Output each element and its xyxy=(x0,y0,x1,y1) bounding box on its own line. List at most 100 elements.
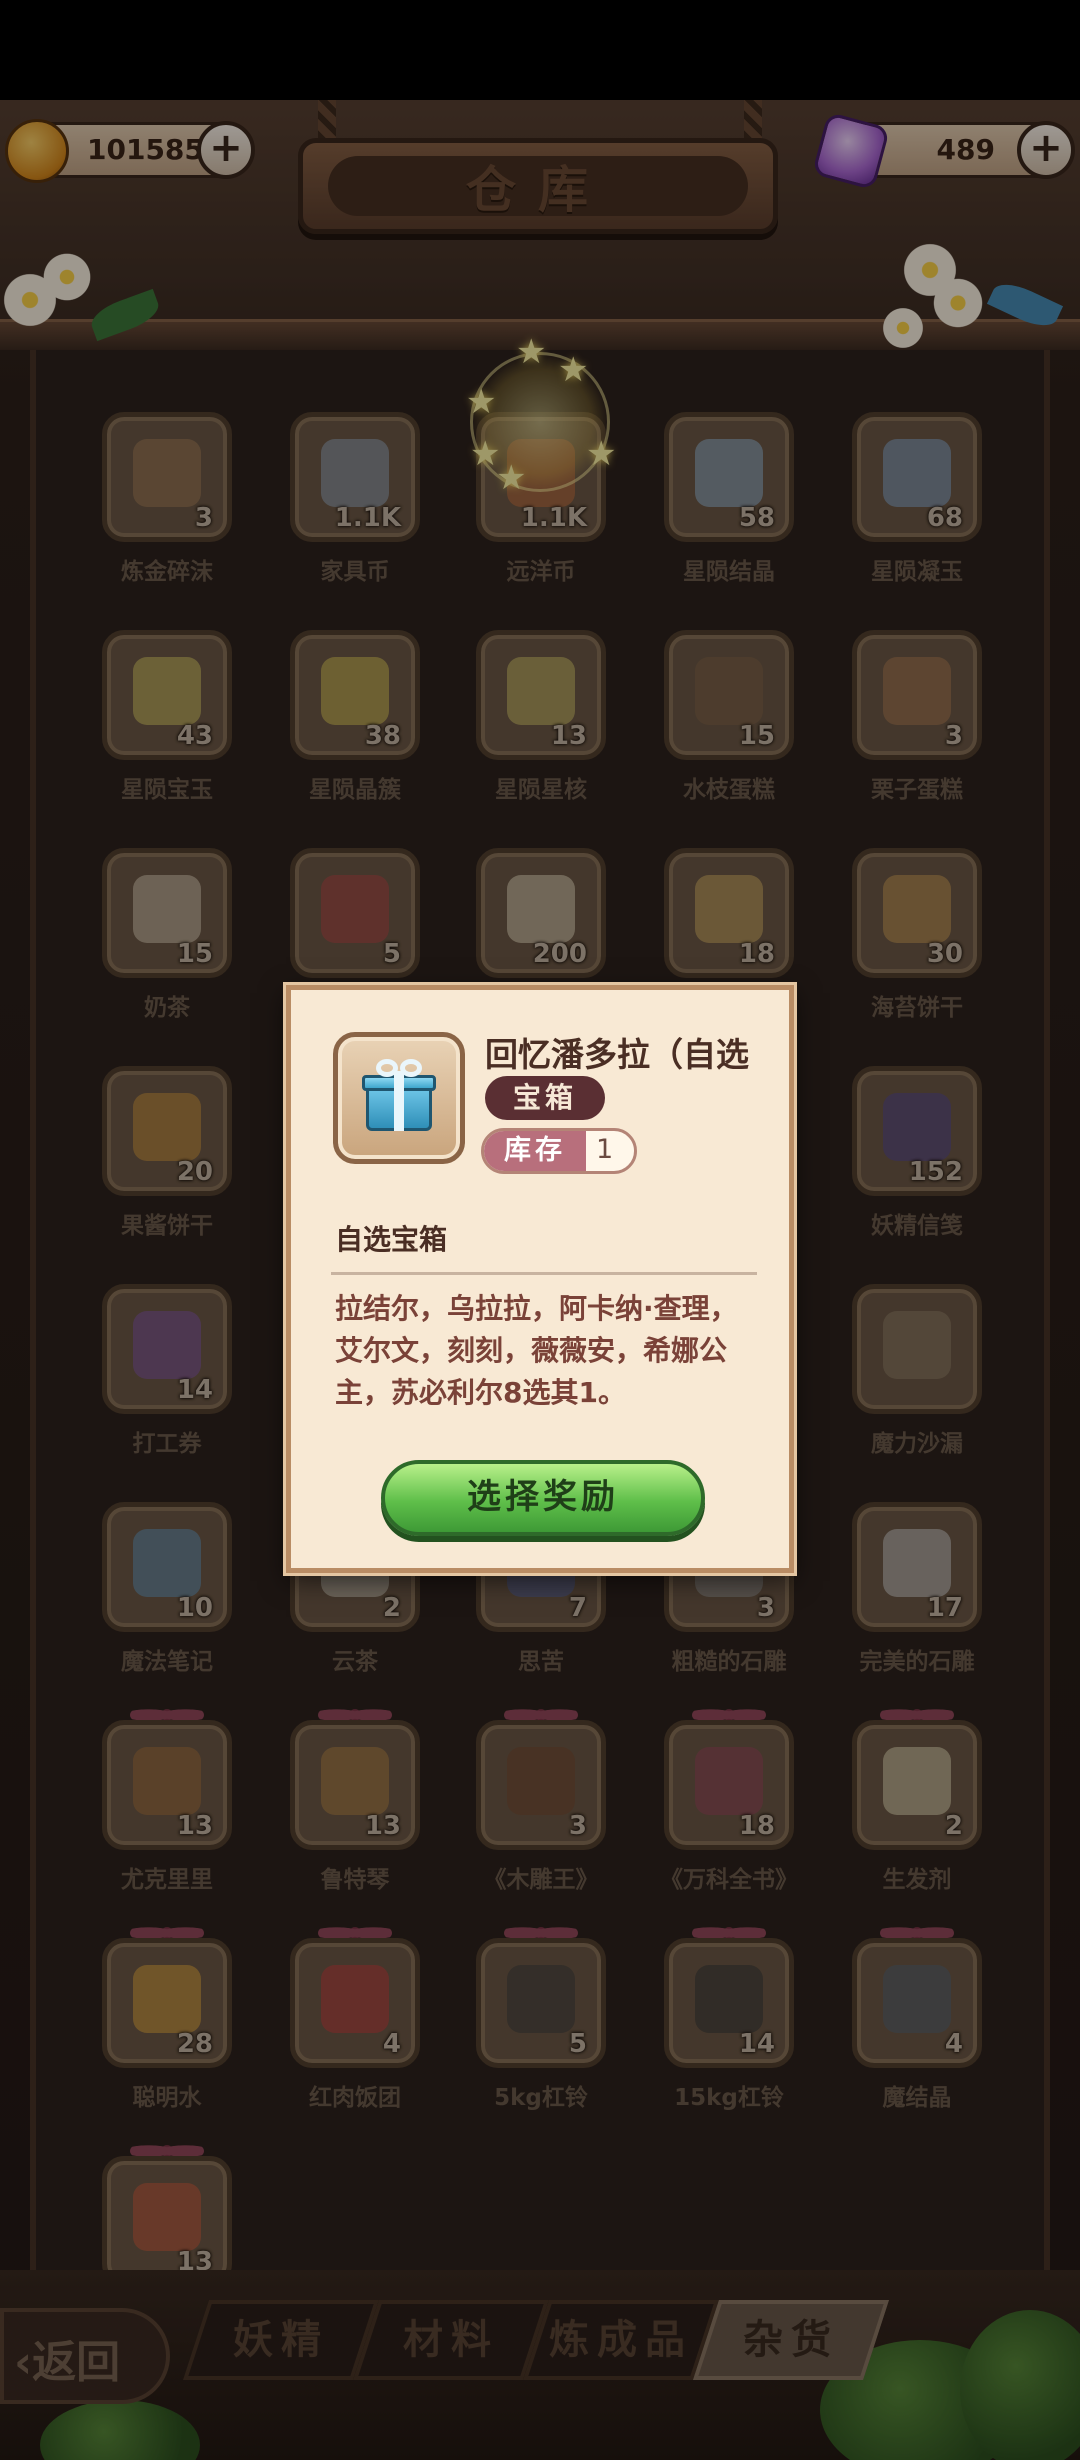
item-count: 3 xyxy=(944,721,963,751)
item-name: 果酱饼干 xyxy=(121,1213,213,1239)
item-count: 13 xyxy=(176,1811,213,1841)
item-count: 4 xyxy=(944,2029,963,2059)
tab-materials[interactable]: 材料 xyxy=(353,2300,549,2380)
item-count: 14 xyxy=(738,2029,775,2059)
item-count: 15 xyxy=(738,721,775,751)
item-icon xyxy=(321,439,389,507)
item-name: 栗子蛋糕 xyxy=(871,777,963,803)
game-screen: 仓库 101585 + 489 + 3 炼金碎沫 1.1K 家具币 1.1K 远洋币 58 星… xyxy=(0,0,1080,2460)
item-name: 鲁特琴 xyxy=(320,1867,390,1893)
item-slot: 13 xyxy=(102,2156,232,2286)
item-name: 《万科全书》 xyxy=(660,1867,798,1893)
item-name: 《木雕王》 xyxy=(483,1867,599,1893)
item-slot: 4 xyxy=(290,1938,420,2068)
tab-misc[interactable]: 杂货 xyxy=(693,2300,889,2380)
item-name: 家具币 xyxy=(320,559,390,585)
status-bar xyxy=(0,0,1080,100)
item-name: 魔力沙漏 xyxy=(871,1431,963,1457)
stock-badge: 库存 1 xyxy=(481,1128,637,1174)
item-slot: 2 xyxy=(852,1720,982,1850)
gift-box-icon xyxy=(362,1059,436,1133)
item-icon xyxy=(695,875,763,943)
item-icon xyxy=(321,657,389,725)
item-icon xyxy=(321,1747,389,1815)
item-category-badge: 宝箱 xyxy=(485,1076,605,1120)
item-name: 打工券 xyxy=(132,1431,202,1457)
gem-value: 489 xyxy=(936,133,995,166)
title-plate: 仓库 xyxy=(298,138,778,234)
item-icon xyxy=(507,1965,575,2033)
item-icon xyxy=(695,657,763,725)
item-slot xyxy=(852,1284,982,1414)
item-slot: 30 xyxy=(852,848,982,978)
item-slot: 15 xyxy=(102,848,232,978)
item-icon xyxy=(695,439,763,507)
item-icon xyxy=(695,1747,763,1815)
item-name: 炼金碎沫 xyxy=(121,559,213,585)
add-gems-button[interactable]: + xyxy=(1017,121,1075,179)
add-coins-button[interactable]: + xyxy=(197,121,255,179)
item-description: 拉结尔，乌拉拉，阿卡纳·查理，艾尔文，刻刻，薇薇安，希娜公主，苏必利尔8选其1。 xyxy=(335,1292,738,1409)
item-name: 5kg杠铃 xyxy=(494,2085,588,2111)
item-count: 200 xyxy=(532,939,587,969)
item-slot: 20 xyxy=(102,1066,232,1196)
item-title: 回忆潘多拉（自选 xyxy=(485,1035,749,1074)
item-name: 妖精信笺 xyxy=(871,1213,963,1239)
item-icon xyxy=(507,1747,575,1815)
item-count: 58 xyxy=(738,503,775,533)
item-name: 云茶 xyxy=(332,1649,378,1675)
item-count: 2 xyxy=(382,1593,401,1623)
item-icon xyxy=(883,439,951,507)
back-button[interactable]: ‹返回 xyxy=(0,2308,170,2404)
star-icon: ★ xyxy=(466,382,497,422)
item-slot: 13 xyxy=(102,1720,232,1850)
item-count: 68 xyxy=(926,503,963,533)
item-name: 尤克里里 xyxy=(121,1867,213,1893)
item-name: 聪明水 xyxy=(132,2085,202,2111)
item-name: 红肉饭团 xyxy=(309,2085,401,2111)
item-count: 20 xyxy=(176,1157,213,1187)
item-slot: 3 xyxy=(476,1720,606,1850)
item-name: 星陨凝玉 xyxy=(871,559,963,585)
star-icon: ★ xyxy=(496,458,527,498)
item-slot: 15 xyxy=(664,630,794,760)
item-name: 完美的石雕 xyxy=(859,1649,975,1675)
item-icon xyxy=(133,657,201,725)
item-icon xyxy=(507,875,575,943)
flower-decoration xyxy=(40,250,94,304)
item-icon xyxy=(133,1311,201,1379)
item-name: 15kg杠铃 xyxy=(674,2085,784,2111)
flower-decoration xyxy=(930,275,986,331)
item-name: 魔结晶 xyxy=(882,2085,952,2111)
item-name: 星陨宝玉 xyxy=(121,777,213,803)
item-slot: 17 xyxy=(852,1502,982,1632)
item-name: 奶茶 xyxy=(144,995,190,1021)
item-name: 生发剂 xyxy=(882,1867,952,1893)
tab-crafted[interactable]: 炼成品 xyxy=(523,2300,719,2380)
item-icon xyxy=(883,657,951,725)
select-reward-button[interactable]: 选择奖励 xyxy=(381,1460,705,1536)
item-name: 星陨星核 xyxy=(495,777,587,803)
item-slot: 1.1K xyxy=(290,412,420,542)
item-slot: 14 xyxy=(102,1284,232,1414)
item-count: 18 xyxy=(738,939,775,969)
item-count: 13 xyxy=(364,1811,401,1841)
item-name: 粗糙的石雕 xyxy=(671,1649,787,1675)
item-count: 13 xyxy=(550,721,587,751)
tab-fairies[interactable]: 妖精 xyxy=(183,2300,379,2380)
item-slot: 5 xyxy=(290,848,420,978)
item-icon xyxy=(133,439,201,507)
item-slot: 14 xyxy=(664,1938,794,2068)
coin-value: 101585 xyxy=(87,133,204,166)
item-slot: 28 xyxy=(102,1938,232,2068)
back-label: ‹返回 xyxy=(14,2337,121,2388)
item-slot: 58 xyxy=(664,412,794,542)
item-icon xyxy=(883,1311,951,1379)
item-icon xyxy=(507,657,575,725)
item-slot: 43 xyxy=(102,630,232,760)
item-count: 10 xyxy=(176,1593,213,1623)
item-count: 17 xyxy=(926,1593,963,1623)
item-count: 18 xyxy=(738,1811,775,1841)
item-icon xyxy=(133,1529,201,1597)
item-count: 28 xyxy=(176,2029,213,2059)
